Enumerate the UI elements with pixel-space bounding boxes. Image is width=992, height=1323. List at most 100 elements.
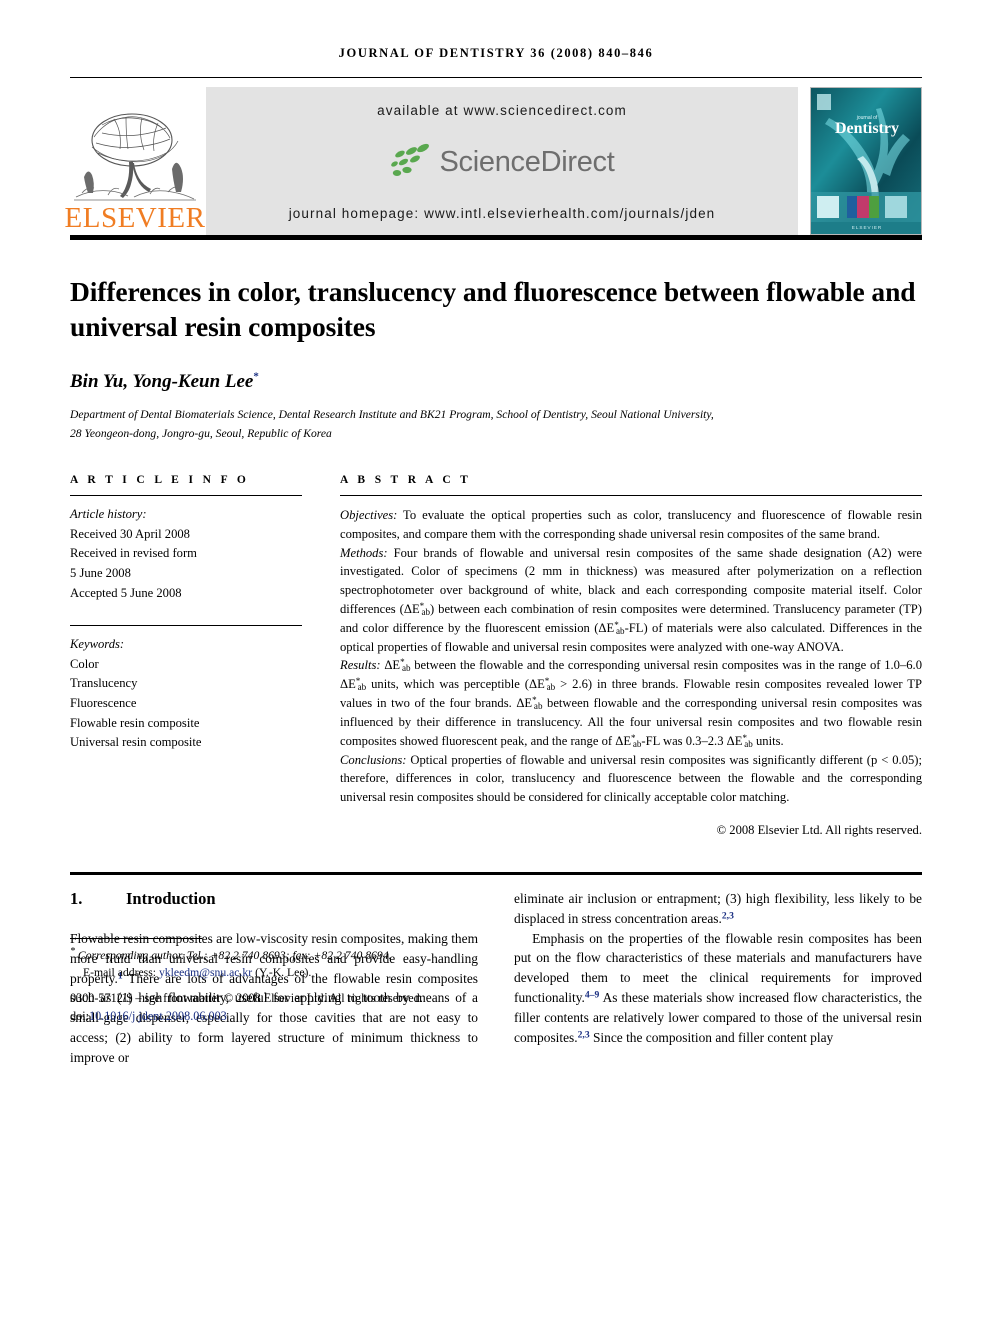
- footnote-marker: *: [70, 945, 75, 957]
- svg-text:ELSEVIER: ELSEVIER: [852, 225, 882, 230]
- delta-e-ab: ab: [357, 682, 367, 693]
- affiliation: Department of Dental Biomaterials Scienc…: [70, 406, 900, 444]
- elsevier-logo: ELSEVIER: [65, 87, 205, 235]
- conclusions-text: Optical properties of flowable and unive…: [340, 752, 922, 805]
- keyword-item: Color: [70, 656, 99, 671]
- article-info-column: A R T I C L E I N F O Article history: R…: [70, 474, 302, 840]
- history-item: Received in revised form: [70, 546, 197, 561]
- journal-homepage-text: journal homepage: www.intl.elsevierhealt…: [288, 206, 716, 221]
- doi-line: doi:10.1016/j.jdent.2008.06.003: [70, 1007, 500, 1025]
- delta-e-symbol: ΔE*ab: [384, 658, 411, 674]
- article-history: Article history: Received 30 April 2008 …: [70, 505, 302, 603]
- keywords-rule: [70, 625, 302, 627]
- delta-e-ab: ab: [616, 625, 625, 636]
- history-item: Accepted 5 June 2008: [70, 585, 182, 600]
- intro-right-d: Since the composition and filler content…: [589, 1030, 834, 1046]
- delta-e-symbol: ΔE*ab: [598, 620, 625, 636]
- footnote-area: * Corresponding author. Tel.: +82 2 740 …: [70, 937, 500, 1026]
- objectives-text: To evaluate the optical properties such …: [340, 507, 922, 541]
- email-link[interactable]: ykleedm@snu.ac.kr: [159, 966, 252, 979]
- abstract-methods: Methods: Four brands of flowable and uni…: [340, 544, 922, 657]
- article-info-rule: [70, 494, 302, 496]
- intro-right-a: eliminate air inclusion or entrapment; (…: [514, 890, 922, 926]
- abstract-rule: [340, 494, 922, 496]
- delta-e-base: ΔE: [598, 620, 615, 635]
- keywords-list: Keywords: Color Translucency Fluorescenc…: [70, 635, 302, 753]
- delta-e-ab: ab: [744, 738, 753, 749]
- elsevier-tree-icon: [74, 113, 196, 201]
- corresponding-author-text: Corresponding author. Tel.: +82 2 740 86…: [77, 948, 392, 962]
- sciencedirect-logo: ScienceDirect: [390, 142, 615, 182]
- abstract-objectives: Objectives: To evaluate the optical prop…: [340, 506, 922, 544]
- delta-e-base: ΔE: [726, 733, 743, 748]
- doi-label: doi:: [70, 1008, 89, 1023]
- abstract-body: Objectives: To evaluate the optical prop…: [340, 506, 922, 840]
- delta-e-symbol: ΔE*ab: [516, 696, 542, 711]
- delta-e-base: ΔE: [403, 602, 420, 616]
- info-abstract-area: A R T I C L E I N F O Article history: R…: [70, 474, 922, 840]
- objectives-label: Objectives:: [340, 507, 398, 522]
- author-names: Bin Yu, Yong-Keun Lee: [70, 371, 254, 393]
- header-rule: [70, 77, 922, 78]
- abstract-conclusions: Conclusions: Optical properties of flowa…: [340, 751, 922, 807]
- abstract-column: A B S T R A C T Objectives: To evaluate …: [340, 474, 922, 840]
- issn-front-matter: 0300-5712/$ – see front matter © 2008 El…: [70, 990, 423, 1005]
- delta-e-ab: ab: [401, 663, 411, 674]
- delta-e-base: ΔE: [529, 677, 545, 692]
- delta-e-base: ΔE: [615, 733, 632, 748]
- email-suffix: (Y.-K. Lee).: [255, 965, 312, 979]
- keyword-item: Translucency: [70, 676, 138, 691]
- svg-text:Dentistry: Dentistry: [835, 120, 899, 137]
- results-text-5: -FL was 0.3–2.3: [641, 733, 727, 748]
- results-label: Results:: [340, 658, 381, 673]
- author-list: Bin Yu, Yong-Keun Lee*: [70, 371, 922, 393]
- delta-e-base: ΔE: [384, 658, 401, 673]
- section-number: 1.: [70, 888, 83, 908]
- imprint-block: 0300-5712/$ – see front matter © 2008 El…: [70, 989, 500, 1026]
- corresponding-author-marker: *: [253, 371, 259, 384]
- citation-ref: 2,3: [577, 1029, 590, 1041]
- journal-cover-thumbnail: journal of Dentistry ELSEVIER: [810, 87, 922, 235]
- email-line: E-mail address: ykleedm@snu.ac.kr (Y.-K.…: [70, 964, 500, 982]
- citation-ref: 4–9: [584, 989, 600, 1001]
- article-history-label: Article history:: [70, 506, 147, 521]
- abstract-heading: A B S T R A C T: [340, 473, 472, 486]
- doi-value[interactable]: 10.1016/j.jdent.2008.06.003: [89, 1009, 227, 1023]
- delta-e-symbol: ΔE*ab: [403, 602, 431, 617]
- elsevier-wordmark: ELSEVIER: [64, 202, 206, 234]
- affiliation-line-2: 28 Yeongeon-dong, Jongro-gu, Seoul, Repu…: [70, 427, 332, 441]
- masthead-bottom-rule: [70, 235, 922, 240]
- methods-label: Methods:: [340, 545, 388, 560]
- delta-e-base: ΔE: [516, 696, 533, 711]
- paragraph: eliminate air inclusion or entrapment; (…: [514, 889, 922, 929]
- keyword-item: Fluorescence: [70, 696, 137, 711]
- delta-e-symbol: ΔE*ab: [726, 733, 753, 749]
- keyword-item: Flowable resin composite: [70, 715, 200, 730]
- abstract-copyright: © 2008 Elsevier Ltd. All rights reserved…: [716, 822, 922, 837]
- corresponding-author-note: * Corresponding author. Tel.: +82 2 740 …: [70, 944, 500, 982]
- delta-e-ab: ab: [421, 606, 431, 617]
- running-head: JOURNAL OF DENTISTRY 36 (2008) 840–846: [338, 46, 654, 60]
- sciencedirect-leaves-icon: [390, 143, 429, 176]
- sciencedirect-panel: available at www.sciencedirect.com Scien…: [206, 87, 798, 235]
- delta-e-base: ΔE: [340, 677, 356, 692]
- affiliation-line-1: Department of Dental Biomaterials Scienc…: [70, 408, 714, 422]
- keywords-label: Keywords:: [70, 637, 125, 652]
- email-label: E-mail address:: [83, 965, 157, 979]
- article-info-heading: A R T I C L E I N F O: [70, 473, 250, 486]
- delta-e-symbol: ΔE*ab: [529, 677, 556, 693]
- results-text-1: between the flowable and the correspondi…: [410, 658, 922, 673]
- keywords-box: Keywords: Color Translucency Fluorescenc…: [70, 625, 302, 753]
- available-at-text: available at www.sciencedirect.com: [377, 103, 627, 118]
- results-text-2: units, which was perceptible (: [366, 677, 529, 692]
- results-text-6: units.: [752, 733, 784, 748]
- citation-ref: 2,3: [721, 910, 734, 922]
- paper-page: JOURNAL OF DENTISTRY 36 (2008) 840–846 E…: [0, 0, 992, 1068]
- journal-cover-image: journal of Dentistry ELSEVIER: [811, 88, 921, 234]
- conclusions-label: Conclusions:: [340, 752, 407, 767]
- footnote-rule: [70, 937, 202, 939]
- delta-e-ab: ab: [546, 682, 556, 693]
- history-item: Received 30 April 2008: [70, 526, 190, 541]
- keyword-item: Universal resin composite: [70, 735, 202, 750]
- delta-e-symbol: ΔE*ab: [340, 677, 367, 693]
